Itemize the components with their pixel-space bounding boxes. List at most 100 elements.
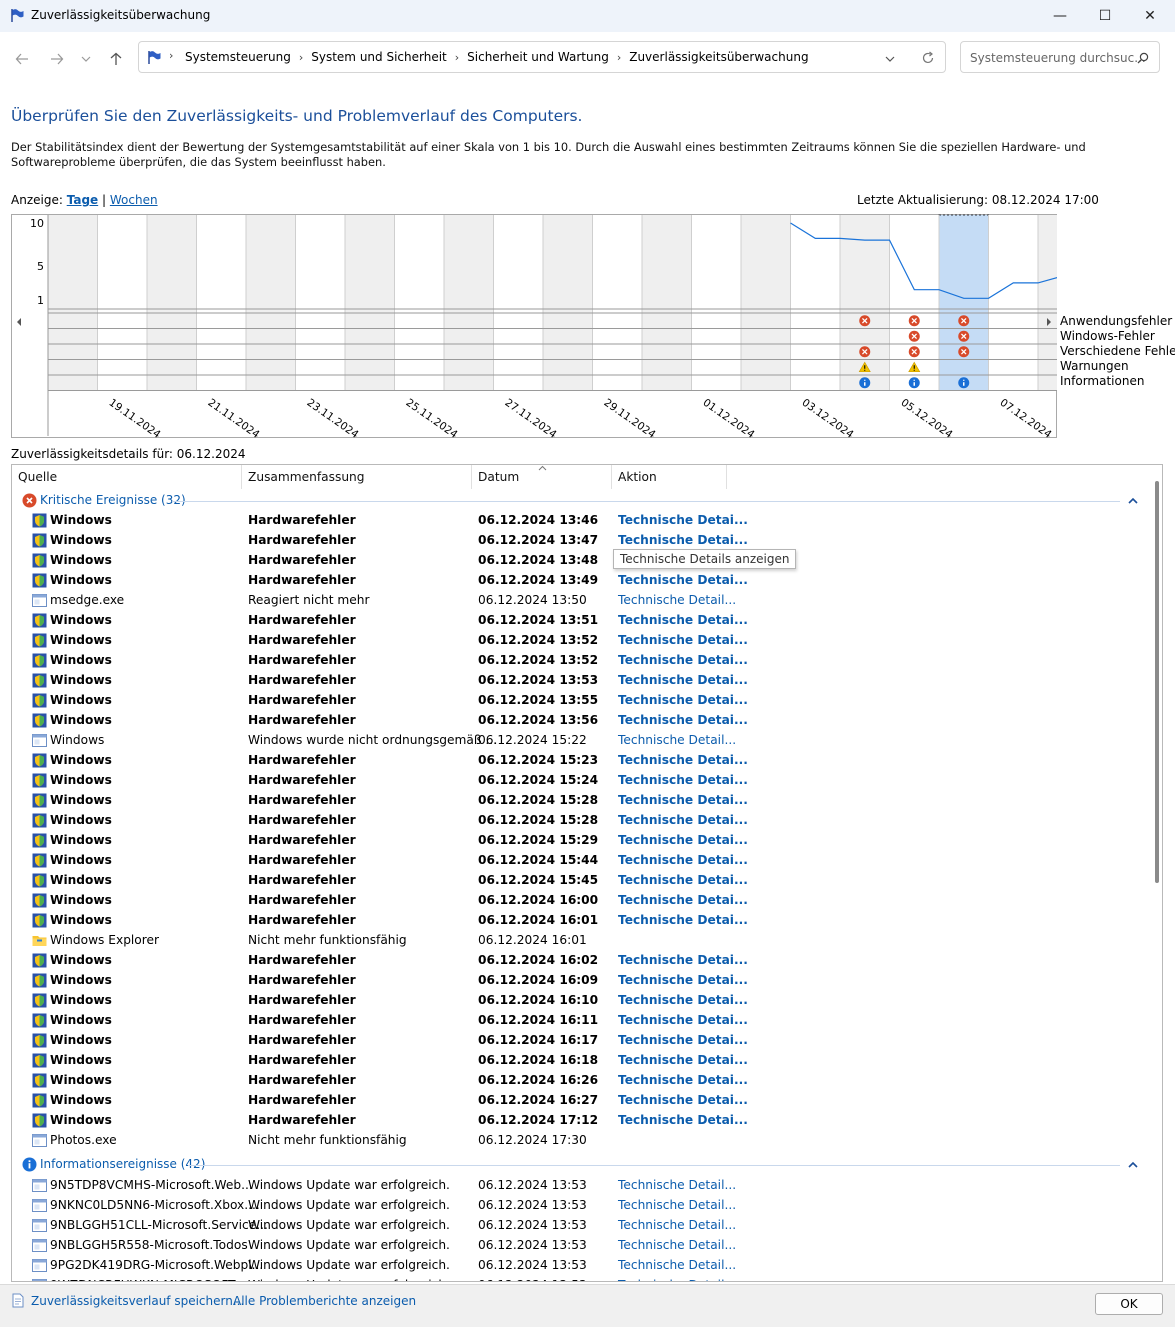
technical-details-link[interactable]: Technische Detail... bbox=[618, 733, 736, 747]
technical-details-link[interactable]: Technische Detai... bbox=[618, 953, 748, 967]
table-row[interactable]: Windows Hardwarefehler 06.12.2024 16:00 Tec… bbox=[12, 891, 1132, 911]
table-row[interactable]: Windows Hardwarefehler 06.12.2024 13:53 Tec… bbox=[12, 671, 1132, 691]
refresh-icon[interactable] bbox=[921, 51, 935, 65]
technical-details-link[interactable]: Technische Detai... bbox=[618, 533, 748, 547]
search-input[interactable]: Systemsteuerung durchsuc... bbox=[960, 41, 1160, 73]
table-row[interactable]: Windows Hardwarefehler 06.12.2024 15:24 Tec… bbox=[12, 771, 1132, 791]
technical-details-link[interactable]: Technische Detai... bbox=[618, 913, 748, 927]
technical-details-link[interactable]: Technische Detai... bbox=[618, 513, 748, 527]
minimize-button[interactable]: — bbox=[1037, 0, 1083, 32]
breadcrumb-systemsteuerung[interactable]: Systemsteuerung bbox=[185, 50, 291, 64]
collapse-chevron-icon[interactable] bbox=[1128, 1161, 1138, 1168]
technical-details-link[interactable]: Technische Detai... bbox=[618, 573, 748, 587]
table-row[interactable]: 9N5TDP8VCMHS-Microsoft.Web... Windows Upd… bbox=[12, 1176, 1132, 1196]
technical-details-link[interactable]: Technische Detai... bbox=[618, 713, 748, 727]
table-row[interactable]: Windows Hardwarefehler 06.12.2024 13:48 bbox=[12, 551, 1132, 571]
table-row[interactable]: Windows Hardwarefehler 06.12.2024 15:28 Tec… bbox=[12, 811, 1132, 831]
reliability-chart[interactable]: 10 5 1 19.11.2024 21.11.2024 23.11.2024 25.11.… bbox=[11, 214, 1057, 438]
table-row[interactable]: 9NBLGGH51CLL-Microsoft.Service... Windows… bbox=[12, 1216, 1132, 1236]
technical-details-link[interactable]: Technische Detai... bbox=[618, 1013, 748, 1027]
technical-details-link[interactable]: Technische Detai... bbox=[618, 893, 748, 907]
technical-details-link[interactable]: Technische Detai... bbox=[618, 653, 748, 667]
technical-details-link[interactable]: Technische Detail... bbox=[618, 1218, 736, 1232]
address-bar[interactable]: › Systemsteuerung › System und Sicherheit ›… bbox=[138, 41, 946, 73]
technical-details-link[interactable]: Technische Detai... bbox=[618, 993, 748, 1007]
technical-details-link[interactable]: Technische Detail... bbox=[618, 1198, 736, 1212]
table-row[interactable]: msedge.exe Reagiert nicht mehr 06.12.2024 … bbox=[12, 591, 1132, 611]
table-row[interactable]: Windows Windows wurde nicht ordnungsgemäß… bbox=[12, 731, 1132, 751]
breadcrumb-sicherheit-und-wartung[interactable]: Sicherheit und Wartung bbox=[467, 50, 609, 64]
table-row[interactable]: Windows Hardwarefehler 06.12.2024 15:44 Tec… bbox=[12, 851, 1132, 871]
technical-details-link[interactable]: Technische Detai... bbox=[618, 833, 748, 847]
table-row[interactable]: Windows Hardwarefehler 06.12.2024 16:10 Tec… bbox=[12, 991, 1132, 1011]
table-row[interactable]: Windows Hardwarefehler 06.12.2024 13:56 Tec… bbox=[12, 711, 1132, 731]
details-list[interactable]: Quelle Zusammenfassung Datum Aktion Krit… bbox=[11, 464, 1163, 1282]
table-row[interactable]: Windows Hardwarefehler 06.12.2024 13:52 Tec… bbox=[12, 631, 1132, 651]
table-row[interactable]: Windows Hardwarefehler 06.12.2024 16:17 Tec… bbox=[12, 1031, 1132, 1051]
table-row[interactable]: Windows Hardwarefehler 06.12.2024 15:29 Tec… bbox=[12, 831, 1132, 851]
vertical-scrollbar[interactable] bbox=[1155, 481, 1159, 883]
technical-details-link[interactable]: Technische Detail... bbox=[618, 593, 736, 607]
address-dropdown-icon[interactable] bbox=[885, 54, 895, 64]
technical-details-link[interactable]: Technische Detai... bbox=[618, 973, 748, 987]
back-button[interactable] bbox=[11, 48, 33, 70]
table-row[interactable]: Windows Hardwarefehler 06.12.2024 13:55 Tec… bbox=[12, 691, 1132, 711]
technical-details-link[interactable]: Technische Detai... bbox=[618, 1073, 748, 1087]
group-header[interactable]: Informationsereignisse (42) bbox=[12, 1155, 1162, 1175]
technical-details-link[interactable]: Technische Detail... bbox=[618, 1278, 736, 1281]
technical-details-link[interactable]: Technische Detai... bbox=[618, 813, 748, 827]
search-icon[interactable] bbox=[1137, 52, 1149, 64]
table-row[interactable]: Windows Hardwarefehler 06.12.2024 13:51 Tec… bbox=[12, 611, 1132, 631]
scroll-left-icon[interactable] bbox=[17, 318, 21, 326]
group-header[interactable]: Kritische Ereignisse (32) bbox=[12, 491, 1162, 511]
technical-details-link[interactable]: Technische Detail... bbox=[618, 1258, 736, 1272]
table-row[interactable]: 9WZDNCRFHWKN-MICROSOFT...Windows Update … bbox=[12, 1276, 1132, 1281]
table-row[interactable]: Windows Hardwarefehler 06.12.2024 16:01 Tec… bbox=[12, 911, 1132, 931]
technical-details-link[interactable]: Technische Detai... bbox=[618, 753, 748, 767]
table-row[interactable]: Windows Hardwarefehler 06.12.2024 13:46 Tec… bbox=[12, 511, 1132, 531]
table-row[interactable]: Windows Hardwarefehler 06.12.2024 15:45 Tec… bbox=[12, 871, 1132, 891]
close-button[interactable]: ✕ bbox=[1127, 0, 1173, 32]
recent-locations-button[interactable] bbox=[76, 48, 96, 70]
technical-details-link[interactable]: Technische Detai... bbox=[618, 853, 748, 867]
table-row[interactable]: Photos.exe Nicht mehr funktionsfähig 06.12… bbox=[12, 1131, 1132, 1151]
technical-details-link[interactable]: Technische Detai... bbox=[618, 633, 748, 647]
save-history-link[interactable]: Zuverlässigkeitsverlauf speichern... bbox=[31, 1294, 244, 1308]
table-row[interactable]: Windows Hardwarefehler 06.12.2024 17:12 Tec… bbox=[12, 1111, 1132, 1131]
table-row[interactable]: Windows Hardwarefehler 06.12.2024 16:09 Tec… bbox=[12, 971, 1132, 991]
technical-details-link[interactable]: Technische Detai... bbox=[618, 1033, 748, 1047]
table-row[interactable]: 9PG2DK419DRG-Microsoft.Webpl... Windows U… bbox=[12, 1256, 1132, 1276]
technical-details-link[interactable]: Technische Detail... bbox=[618, 1238, 736, 1252]
table-row[interactable]: Windows Hardwarefehler 06.12.2024 16:26 Tec… bbox=[12, 1071, 1132, 1091]
up-button[interactable] bbox=[105, 48, 127, 70]
forward-button[interactable] bbox=[46, 48, 68, 70]
table-row[interactable]: Windows Explorer Nicht mehr funktionsfähi… bbox=[12, 931, 1132, 951]
technical-details-link[interactable]: Technische Detai... bbox=[618, 673, 748, 687]
technical-details-link[interactable]: Technische Detai... bbox=[618, 1093, 748, 1107]
maximize-button[interactable]: ☐ bbox=[1082, 0, 1128, 32]
breadcrumb-zuverlaessigkeitsueberwachung[interactable]: Zuverlässigkeitsüberwachung bbox=[629, 50, 808, 64]
table-row[interactable]: Windows Hardwarefehler 06.12.2024 16:02 Tec… bbox=[12, 951, 1132, 971]
view-weeks-link[interactable]: Wochen bbox=[110, 193, 158, 207]
technical-details-link[interactable]: Technische Detai... bbox=[618, 693, 748, 707]
table-row[interactable]: 9NKNC0LD5NN6-Microsoft.Xbox.... Windows U… bbox=[12, 1196, 1132, 1216]
breadcrumb-system-und-sicherheit[interactable]: System und Sicherheit bbox=[311, 50, 447, 64]
ok-button[interactable]: OK bbox=[1095, 1293, 1163, 1315]
selected-day-column[interactable] bbox=[938, 214, 989, 391]
technical-details-link[interactable]: Technische Detai... bbox=[618, 793, 748, 807]
table-row[interactable]: 9NBLGGH5R558-Microsoft.Todos Windows Upda… bbox=[12, 1236, 1132, 1256]
table-row[interactable]: Windows Hardwarefehler 06.12.2024 15:23 Tec… bbox=[12, 751, 1132, 771]
view-days-link[interactable]: Tage bbox=[67, 193, 98, 207]
collapse-chevron-icon[interactable] bbox=[1128, 497, 1138, 504]
table-row[interactable]: Windows Hardwarefehler 06.12.2024 15:28 Tec… bbox=[12, 791, 1132, 811]
view-all-reports-link[interactable]: Alle Problemberichte anzeigen bbox=[233, 1294, 416, 1308]
technical-details-link[interactable]: Technische Detai... bbox=[618, 1053, 748, 1067]
table-row[interactable]: Windows Hardwarefehler 06.12.2024 13:52 Tec… bbox=[12, 651, 1132, 671]
technical-details-link[interactable]: Technische Detai... bbox=[618, 1113, 748, 1127]
technical-details-link[interactable]: Technische Detai... bbox=[618, 773, 748, 787]
technical-details-link[interactable]: Technische Detail... bbox=[618, 1178, 736, 1192]
table-row[interactable]: Windows Hardwarefehler 06.12.2024 16:11 Tec… bbox=[12, 1011, 1132, 1031]
table-row[interactable]: Windows Hardwarefehler 06.12.2024 13:49 Tec… bbox=[12, 571, 1132, 591]
table-row[interactable]: Windows Hardwarefehler 06.12.2024 16:18 Tec… bbox=[12, 1051, 1132, 1071]
table-row[interactable]: Windows Hardwarefehler 06.12.2024 13:47 Tec… bbox=[12, 531, 1132, 551]
